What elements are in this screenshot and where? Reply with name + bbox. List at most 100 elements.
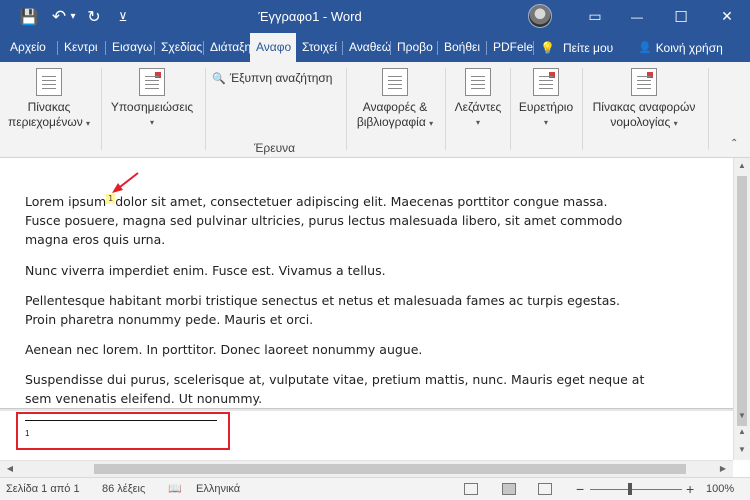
citations-label-line2: βιβλιογραφία xyxy=(356,115,426,129)
tab-help[interactable]: Βοήθει xyxy=(438,33,486,62)
language[interactable]: Ελληνικά xyxy=(196,478,240,500)
paragraph-text-start: Lorem ipsum xyxy=(25,194,107,209)
web-layout-icon[interactable] xyxy=(538,483,552,495)
maximize-icon[interactable]: ☐ xyxy=(660,0,702,33)
proofing-icon[interactable]: 📖 xyxy=(168,478,182,500)
captions-button[interactable]: Λεζάντες ▾ xyxy=(448,66,508,130)
annotation-arrow-icon xyxy=(112,172,139,193)
print-layout-icon[interactable] xyxy=(502,483,516,495)
page-count[interactable]: Σελίδα 1 από 1 xyxy=(6,478,80,500)
person-icon: 👤 xyxy=(638,42,652,54)
chevron-down-icon: ▾ xyxy=(673,119,678,128)
annotation-highlight-box xyxy=(16,412,230,450)
zoom-level[interactable]: 100% xyxy=(706,478,734,500)
table-of-contents-icon xyxy=(36,68,62,96)
ribbon-tabs: Αρχείο Κεντρι Εισαγω Σχεδίας Διάταξη Ανα… xyxy=(0,33,750,62)
scroll-down-icon[interactable]: ▼ xyxy=(734,408,750,424)
tab-mailings[interactable]: Στοιχεί xyxy=(296,33,342,62)
horizontal-scroll-thumb[interactable] xyxy=(94,464,686,474)
horizontal-scrollbar[interactable]: ◀ ▶ xyxy=(0,460,733,477)
table-of-contents-button[interactable]: Πίνακας περιεχομένων ▾ xyxy=(6,66,92,131)
footnotes-button[interactable]: Υποσημειώσεις ▾ xyxy=(104,66,200,130)
status-bar: Σελίδα 1 από 1 86 λέξεις 📖 Ελληνικά − + … xyxy=(0,477,750,500)
tab-file[interactable]: Αρχείο xyxy=(4,33,58,62)
tab-design[interactable]: Σχεδίας xyxy=(155,33,203,62)
group-divider xyxy=(346,68,347,150)
citations-bibliography-button[interactable]: Αναφορές & βιβλιογραφία ▾ xyxy=(350,66,440,131)
ribbon-display-options-icon[interactable]: ▭ xyxy=(574,0,616,33)
authorities-label-line2: νομολογίας xyxy=(610,115,671,129)
authorities-label-line1: Πίνακας αναφορών xyxy=(592,100,696,114)
chevron-down-icon: ▾ xyxy=(475,118,480,127)
undo-icon[interactable]: ↶ xyxy=(50,0,68,33)
tell-me-label: Πείτε μου xyxy=(562,40,614,55)
share-label: Κοινή χρήση xyxy=(655,40,723,55)
close-icon[interactable]: ✕ xyxy=(706,0,748,33)
footnotes-label: Υποσημειώσεις xyxy=(110,100,194,114)
chevron-down-icon: ▾ xyxy=(543,118,548,127)
index-label: Ευρετήριο xyxy=(518,100,574,114)
zoom-out-icon[interactable]: − xyxy=(576,478,584,500)
minimize-icon[interactable]: — xyxy=(616,0,658,33)
smart-lookup-label: Έξυπνη αναζήτηση xyxy=(229,71,333,85)
scroll-right-icon[interactable]: ▶ xyxy=(715,461,731,477)
tab-layout[interactable]: Διάταξη xyxy=(204,33,250,62)
captions-icon xyxy=(465,68,491,96)
tab-pdfelement[interactable]: PDFelei xyxy=(487,33,533,62)
tab-view[interactable]: Προβο xyxy=(391,33,437,62)
group-divider xyxy=(510,68,511,150)
tab-references[interactable]: Αναφο xyxy=(250,33,296,62)
lightbulb-icon: 💡 xyxy=(540,40,555,55)
paragraph[interactable]: Suspendisse dui purus, scelerisque at, v… xyxy=(25,370,645,408)
paragraph[interactable]: Pellentesque habitant morbi tristique se… xyxy=(25,291,645,329)
group-divider xyxy=(582,68,583,150)
paragraph[interactable]: Aenean nec lorem. In porttitor. Donec la… xyxy=(25,340,645,359)
smart-lookup-button[interactable]: 🔍 Έξυπνη αναζήτηση xyxy=(212,71,332,85)
vertical-scrollbar[interactable]: ▲ ▼ ▲ ▼ xyxy=(733,158,750,460)
group-divider xyxy=(101,68,102,150)
insert-index-icon xyxy=(533,68,559,96)
window-title: Έγγραφο1 - Word xyxy=(258,9,362,24)
paragraph-text-rest: dolor sit amet, consectetuer adipiscing … xyxy=(25,194,623,247)
save-icon[interactable]: 💾 xyxy=(16,0,42,33)
research-group-label: Έρευνα xyxy=(254,141,296,155)
scroll-left-icon[interactable]: ◀ xyxy=(2,461,18,477)
zoom-slider-track[interactable] xyxy=(590,489,682,490)
group-divider xyxy=(445,68,446,150)
scroll-up-icon[interactable]: ▲ xyxy=(734,158,750,174)
undo-dropdown-icon[interactable]: ▾ xyxy=(68,0,78,33)
tab-home[interactable]: Κεντρι xyxy=(58,33,105,62)
chevron-down-icon: ▾ xyxy=(149,118,154,127)
ribbon-references: Πίνακας περιεχομένων ▾ Υποσημειώσεις ▾ 🔍… xyxy=(0,62,750,158)
vertical-scroll-thumb[interactable] xyxy=(737,176,747,426)
tab-insert[interactable]: Εισαγω xyxy=(106,33,154,62)
zoom-slider-thumb[interactable] xyxy=(628,483,632,495)
tell-me-box[interactable]: 💡 Πείτε μου xyxy=(540,33,613,62)
zoom-in-icon[interactable]: + xyxy=(686,478,694,500)
paragraph[interactable]: Nunc viverra imperdiet enim. Fusce est. … xyxy=(25,261,645,280)
table-of-authorities-icon xyxy=(631,68,657,96)
redo-icon[interactable]: ↻ xyxy=(84,0,104,33)
tab-divider xyxy=(533,41,534,55)
tab-review[interactable]: Αναθεώ xyxy=(343,33,390,62)
insert-footnote-icon xyxy=(139,68,165,96)
scroll-up-icon[interactable]: ▲ xyxy=(734,424,750,440)
word-count[interactable]: 86 λέξεις xyxy=(102,478,145,500)
paragraph[interactable]: Lorem ipsum 1 dolor sit amet, consectetuer… xyxy=(25,192,645,249)
read-mode-icon[interactable] xyxy=(464,483,478,495)
captions-label: Λεζάντες xyxy=(454,100,502,114)
title-bar: 💾 ↶ ▾ ↻ ⊻ Έγγραφο1 - Word ▭ — ☐ ✕ xyxy=(0,0,750,33)
avatar[interactable] xyxy=(528,4,552,28)
collapse-ribbon-icon[interactable]: ⌃ xyxy=(730,138,738,149)
citations-label-line1: Αναφορές & xyxy=(362,100,428,114)
scroll-down-icon[interactable]: ▼ xyxy=(734,442,750,458)
citations-icon xyxy=(382,68,408,96)
table-of-authorities-button[interactable]: Πίνακας αναφορών νομολογίας ▾ xyxy=(585,66,703,131)
search-icon: 🔍 xyxy=(212,72,226,85)
chevron-down-icon: ▾ xyxy=(86,119,91,128)
share-button[interactable]: 👤 Κοινή χρήση xyxy=(638,33,723,62)
group-divider xyxy=(205,68,206,150)
chevron-down-icon: ▾ xyxy=(429,119,434,128)
customize-quick-access-icon[interactable]: ⊻ xyxy=(114,0,132,33)
index-button[interactable]: Ευρετήριο ▾ xyxy=(513,66,579,130)
